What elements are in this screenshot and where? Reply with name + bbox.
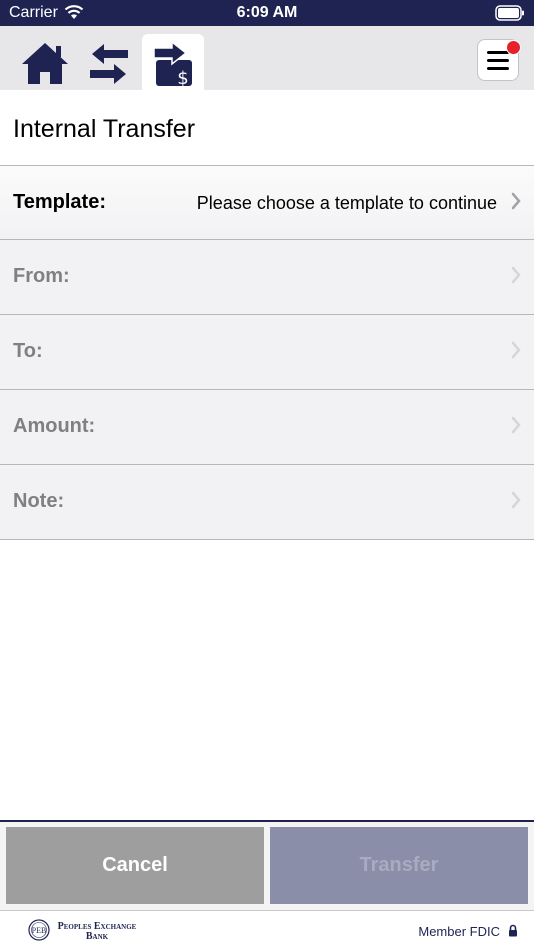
from-row[interactable]: From: (0, 240, 534, 315)
tab-internal-transfer[interactable]: $ (142, 34, 204, 90)
chevron-right-icon (511, 416, 521, 434)
top-navigation: $ (0, 26, 534, 90)
bank-name: Peoples Exchange Bank (52, 922, 142, 942)
tab-transfers[interactable] (78, 34, 140, 90)
tab-home[interactable] (14, 34, 76, 90)
cancel-button[interactable]: Cancel (6, 827, 264, 904)
to-label: To: (13, 340, 43, 362)
transfer-arrows-icon (90, 44, 128, 84)
lock-icon (509, 924, 517, 937)
clock: 6:09 AM (236, 4, 298, 21)
from-label: From: (13, 265, 70, 287)
status-bar: Carrier 6:09 AM (0, 0, 534, 26)
chevron-right-icon (511, 341, 521, 359)
bank-logo-icon: PEB (28, 919, 50, 941)
svg-text:$: $ (177, 68, 188, 89)
template-label: Template: (13, 191, 106, 213)
chevron-right-icon (511, 266, 521, 284)
template-row[interactable]: Template: Please choose a template to co… (0, 166, 534, 240)
amount-row[interactable]: Amount: (0, 390, 534, 465)
template-value: Please choose a template to continue (196, 193, 497, 213)
note-label: Note: (13, 490, 65, 512)
page-title: Internal Transfer (13, 115, 196, 143)
fdic-label: Member FDIC (418, 924, 500, 939)
hamburger-menu-icon (487, 51, 509, 75)
page-header: Internal Transfer (0, 90, 534, 166)
bottom-bar: PEB Peoples Exchange Bank Member FDIC (0, 910, 534, 951)
to-row[interactable]: To: (0, 315, 534, 390)
transfer-money-icon: $ (153, 40, 192, 89)
notification-badge (506, 40, 521, 55)
chevron-right-icon (511, 491, 521, 509)
chevron-right-icon (511, 192, 521, 210)
action-bar: Cancel Transfer (0, 822, 534, 910)
svg-text:PEB: PEB (32, 926, 47, 935)
bank-name-line2: Bank (85, 931, 109, 942)
note-row[interactable]: Note: (0, 465, 534, 540)
home-icon (22, 43, 68, 84)
battery-icon (495, 5, 524, 21)
amount-label: Amount: (13, 415, 96, 437)
transfer-button[interactable]: Transfer (270, 827, 528, 904)
